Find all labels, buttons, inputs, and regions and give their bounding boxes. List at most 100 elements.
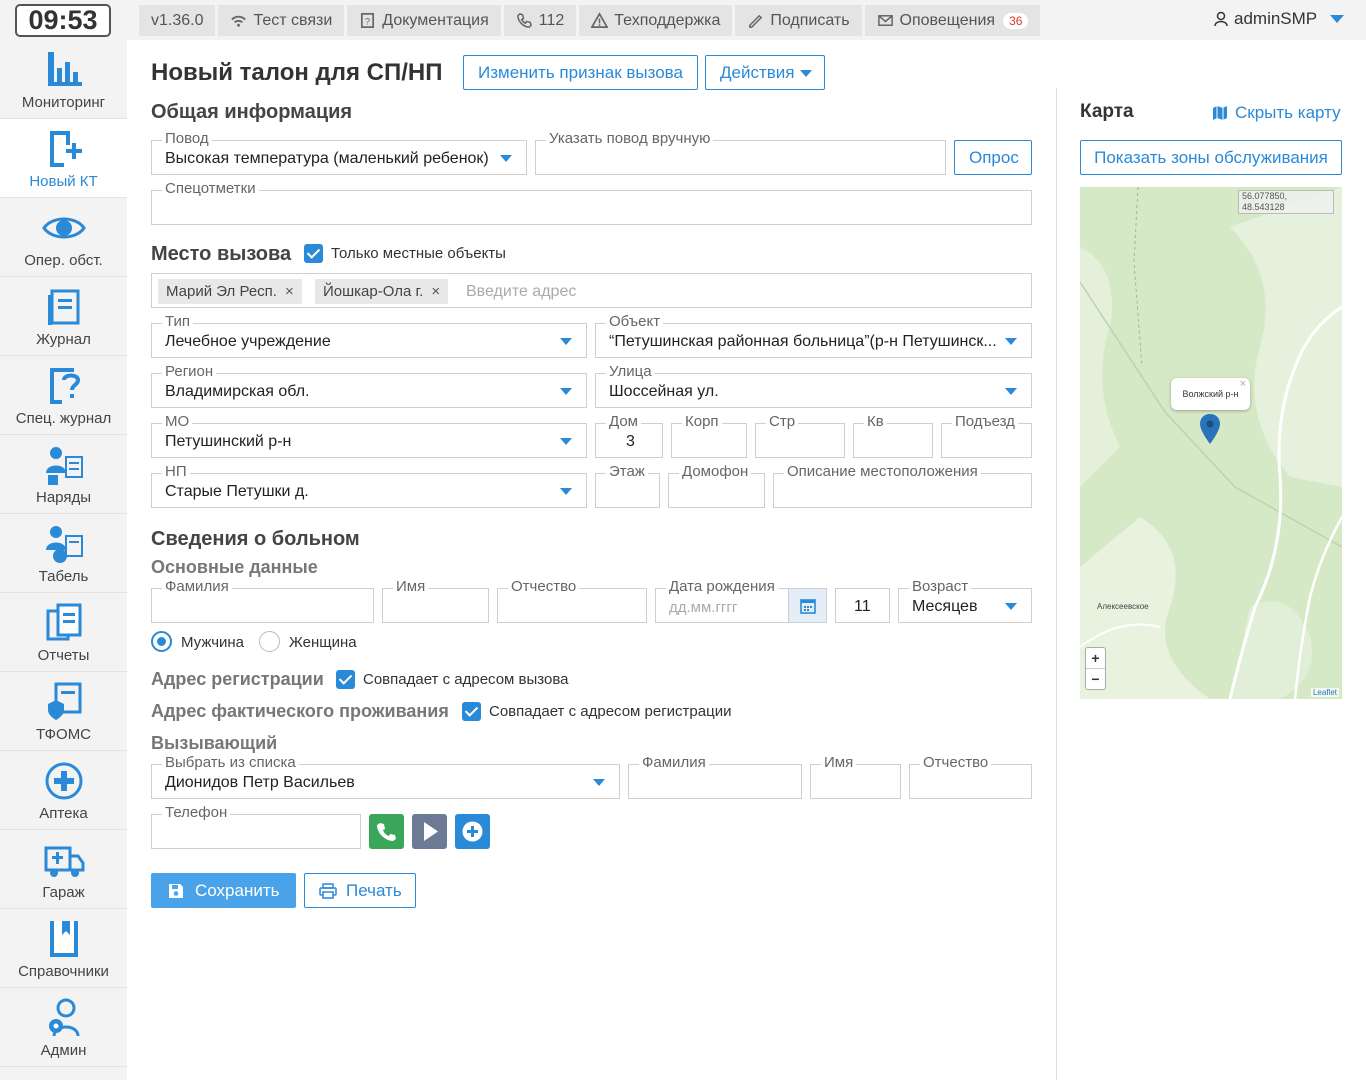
sidebar-item-tfoms[interactable]: ТФОМС — [0, 672, 127, 751]
sign-button[interactable]: Подписать — [735, 5, 862, 36]
type-select[interactable]: Тип Лечебное учреждение — [151, 314, 587, 358]
house-value: 3 — [626, 433, 635, 450]
reg-same-checkbox[interactable] — [336, 670, 355, 689]
entrance-label: Подъезд — [952, 414, 1018, 430]
address-input[interactable]: Марий Эл Респ. × Йошкар-Ола г. × Введите а… — [151, 273, 1032, 308]
caller-select[interactable]: Выбрать из списка Дионидов Петр Васильев — [151, 755, 620, 799]
age-unit-select[interactable]: Возраст Месяцев — [898, 579, 1032, 623]
location-description-input[interactable]: Описание местоположения — [773, 464, 1032, 508]
map-marker-icon[interactable] — [1200, 414, 1220, 444]
version-button[interactable]: v1.36.0 — [139, 5, 216, 36]
close-icon[interactable]: × — [1240, 368, 1246, 400]
mo-select[interactable]: МО Петушинский р-н — [151, 414, 587, 458]
reg-same-label: Совпадает с адресом вызова — [363, 671, 569, 688]
fact-same-checkbox[interactable] — [462, 702, 481, 721]
sidebar-item-admin[interactable]: Админ — [0, 988, 127, 1067]
intercom-input[interactable]: Домофон — [668, 464, 765, 508]
birthdate-input[interactable]: Дата рождения дд.мм.гггг — [655, 579, 827, 623]
close-icon[interactable]: × — [285, 283, 294, 300]
address-tag-region[interactable]: Марий Эл Респ. × — [158, 279, 302, 304]
intercom-label: Домофон — [679, 464, 752, 480]
documentation-button[interactable]: ? Документация — [347, 5, 501, 36]
entrance-input[interactable]: Подъезд — [941, 414, 1032, 458]
alerts-button[interactable]: Оповещения 36 — [864, 5, 1041, 36]
sidebar-item-pharmacy[interactable]: Аптека — [0, 751, 127, 830]
hide-map-link[interactable]: Скрыть карту — [1212, 103, 1341, 123]
local-only-checkbox[interactable] — [304, 244, 323, 263]
kv-input[interactable]: Кв — [853, 414, 933, 458]
patient-patronymic-input[interactable]: Отчество — [497, 579, 647, 623]
version-label: v1.36.0 — [151, 12, 204, 29]
survey-button[interactable]: Опрос — [954, 140, 1032, 175]
address-tag-city[interactable]: Йошкар-Ола г. × — [315, 279, 449, 304]
play-button[interactable] — [412, 814, 447, 849]
map-attribution[interactable]: Leaflet — [1310, 688, 1339, 697]
show-zones-button[interactable]: Показать зоны обслуживания — [1080, 140, 1342, 175]
new-document-icon — [49, 131, 82, 167]
phone-112-button[interactable]: 112 — [503, 5, 577, 36]
birthdate-placeholder: дд.мм.гггг — [669, 599, 738, 616]
sidebar-item-new-kt[interactable]: Новый КТ — [0, 119, 127, 198]
special-marks-input[interactable]: Спецотметки — [151, 181, 1032, 225]
actions-dropdown[interactable]: Действия — [705, 55, 825, 90]
np-select[interactable]: НП Старые Петушки д. — [151, 464, 587, 508]
object-select[interactable]: Объект “Петушинская районная больница”(р… — [595, 314, 1032, 358]
manual-reason-input[interactable]: Указать повод вручную — [535, 131, 946, 175]
test-connection-button[interactable]: Тест связи — [218, 5, 345, 36]
manual-reason-label: Указать повод вручную — [546, 131, 714, 147]
region-label: Регион — [162, 364, 217, 380]
patient-name-input[interactable]: Имя — [382, 579, 489, 623]
caller-name-input[interactable]: Имя — [810, 755, 901, 799]
house-input[interactable]: Дом 3 — [595, 414, 663, 458]
print-button[interactable]: Печать — [304, 873, 416, 908]
reason-select[interactable]: Повод Высокая температура (маленький реб… — [151, 131, 527, 175]
region-value: Владимирская обл. — [165, 383, 310, 400]
support-button[interactable]: Техподдержка — [579, 5, 733, 36]
save-button[interactable]: Сохранить — [151, 873, 296, 908]
patient-surname-label: Фамилия — [162, 579, 232, 595]
reason-value: Высокая температура (маленький ребенок) — [165, 150, 489, 167]
kv-label: Кв — [864, 414, 887, 430]
chevron-down-icon — [593, 779, 605, 786]
sidebar-item-oper[interactable]: Опер. обст. — [0, 198, 127, 277]
sidebar-item-orders[interactable]: Наряды — [0, 435, 127, 514]
str-input[interactable]: Стр — [755, 414, 845, 458]
caller-select-label: Выбрать из списка — [162, 755, 299, 771]
close-icon[interactable]: × — [431, 283, 440, 300]
map-popup-label: Волжский р-н — [1182, 389, 1239, 399]
object-label: Объект — [606, 314, 664, 330]
gender-female-radio[interactable] — [259, 631, 280, 652]
sidebar-item-journal[interactable]: Журнал — [0, 277, 127, 356]
caller-surname-input[interactable]: Фамилия — [628, 755, 802, 799]
sidebar-item-monitoring[interactable]: Мониторинг — [0, 40, 127, 119]
caller-patronymic-input[interactable]: Отчество — [909, 755, 1032, 799]
sidebar-item-directories[interactable]: Справочники — [0, 909, 127, 988]
topbar: v1.36.0 Тест связи ? Документация 112 Те… — [139, 5, 1041, 36]
user-menu[interactable]: adminSMP — [1213, 9, 1345, 29]
type-value: Лечебное учреждение — [165, 333, 331, 350]
gender-male-radio[interactable] — [151, 631, 172, 652]
map-view[interactable]: 56.077850, 48.543128 Волжский р-н × Алек… — [1080, 187, 1342, 699]
sidebar-item-garage[interactable]: Гараж — [0, 830, 127, 909]
sidebar-item-timesheet[interactable]: Табель — [0, 514, 127, 593]
phone-input[interactable]: Телефон — [151, 805, 361, 849]
zoom-out-button[interactable]: − — [1086, 669, 1105, 689]
sidebar-item-spec-journal[interactable]: Спец. журнал — [0, 356, 127, 435]
chevron-down-icon — [800, 70, 812, 77]
calendar-button[interactable] — [788, 589, 826, 622]
floor-input[interactable]: Этаж — [595, 464, 660, 508]
save-label: Сохранить — [195, 881, 280, 900]
patient-surname-input[interactable]: Фамилия — [151, 579, 374, 623]
zoom-in-button[interactable]: + — [1086, 648, 1105, 669]
add-phone-button[interactable] — [455, 814, 490, 849]
korp-input[interactable]: Корп — [671, 414, 747, 458]
signature-icon — [749, 14, 763, 28]
place-section-title: Место вызова — [151, 243, 292, 265]
username: adminSMP — [1234, 9, 1318, 28]
change-call-sign-button[interactable]: Изменить признак вызова — [463, 55, 698, 90]
region-select[interactable]: Регион Владимирская обл. — [151, 364, 587, 408]
call-button[interactable] — [369, 814, 404, 849]
street-select[interactable]: Улица Шоссейная ул. — [595, 364, 1032, 408]
age-input[interactable]: 11 — [835, 588, 890, 623]
sidebar-item-reports[interactable]: Отчеты — [0, 593, 127, 672]
